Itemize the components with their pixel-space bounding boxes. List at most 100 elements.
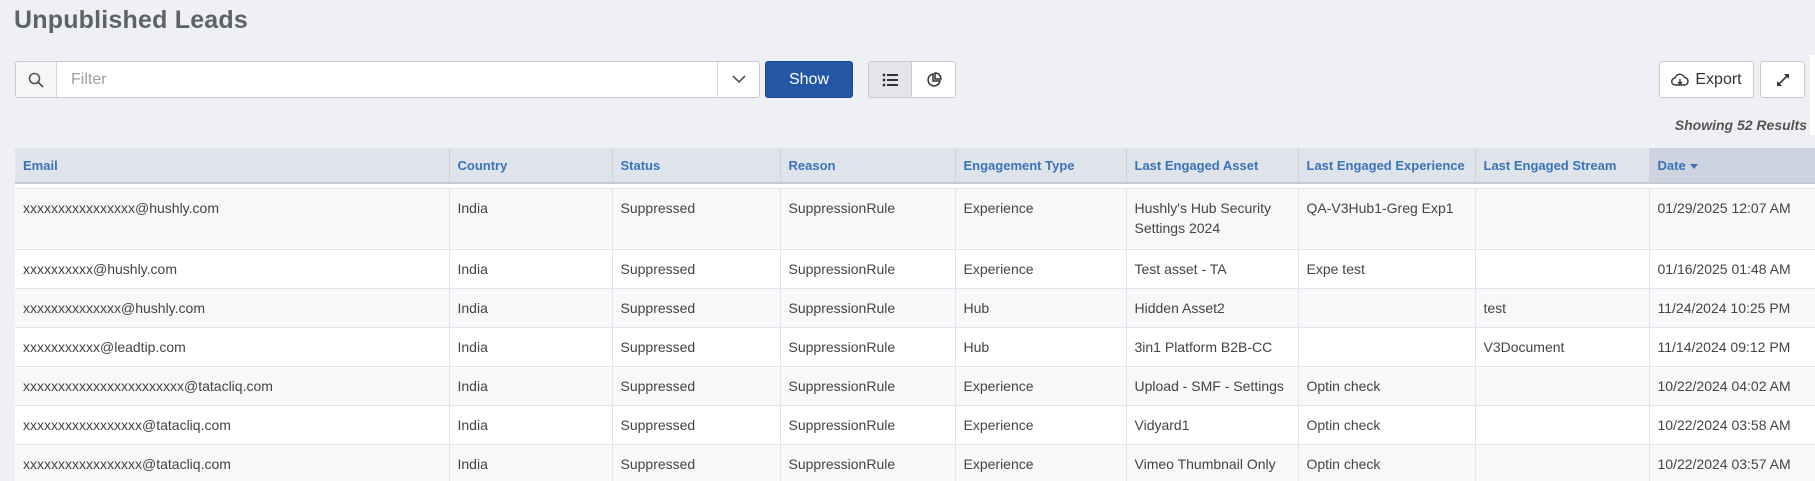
export-label: Export: [1695, 70, 1742, 88]
leads-table: Email Country Status Reason Engagement T…: [15, 148, 1815, 481]
filter-group: [15, 61, 760, 98]
cell-email: xxxxxxxxxxxxxx@hushly.com: [15, 288, 450, 328]
cell-last-engaged-stream: V3Document: [1475, 327, 1650, 367]
cell-reason: SuppressionRule: [780, 327, 956, 367]
table-row[interactable]: xxxxxxxxxxxxxxxx@hushly.com India Suppre…: [15, 188, 1815, 250]
cell-engagement-type: Experience: [955, 405, 1127, 445]
column-header-status[interactable]: Status: [612, 148, 781, 184]
cell-date: 11/24/2024 10:25 PM: [1649, 288, 1815, 328]
column-header-engagement-type[interactable]: Engagement Type: [955, 148, 1127, 184]
show-button[interactable]: Show: [765, 61, 853, 98]
table-header-row: Email Country Status Reason Engagement T…: [15, 148, 1815, 184]
cell-country: India: [449, 327, 613, 367]
cell-reason: SuppressionRule: [780, 288, 956, 328]
cell-last-engaged-experience: Optin check: [1298, 405, 1476, 445]
cell-last-engaged-stream: [1475, 188, 1650, 250]
cell-email: xxxxxxxxxxxxxxxxxxxxxxx@tatacliq.com: [15, 366, 450, 406]
expand-button[interactable]: [1760, 61, 1805, 98]
filter-dropdown-button[interactable]: [717, 62, 759, 97]
leads-table-container[interactable]: Email Country Status Reason Engagement T…: [15, 148, 1815, 481]
cell-last-engaged-stream: [1475, 444, 1650, 481]
column-header-last-engaged-stream[interactable]: Last Engaged Stream: [1475, 148, 1650, 184]
cell-date: 10/22/2024 04:02 AM: [1649, 366, 1815, 406]
cell-email: xxxxxxxxxx@hushly.com: [15, 249, 450, 289]
cell-country: India: [449, 405, 613, 445]
cell-status: Suppressed: [612, 188, 781, 250]
cell-date: 10/22/2024 03:57 AM: [1649, 444, 1815, 481]
cell-country: India: [449, 288, 613, 328]
cell-date: 11/14/2024 09:12 PM: [1649, 327, 1815, 367]
cell-last-engaged-asset: Hidden Asset2: [1126, 288, 1299, 328]
filter-input[interactable]: [57, 62, 717, 97]
cell-last-engaged-experience: QA-V3Hub1-Greg Exp1: [1298, 188, 1476, 250]
cell-last-engaged-asset: Vidyard1: [1126, 405, 1299, 445]
cell-engagement-type: Experience: [955, 444, 1127, 481]
cell-last-engaged-asset: 3in1 Platform B2B-CC: [1126, 327, 1299, 367]
table-row[interactable]: xxxxxxxxxxxxxxxxxxxxxxx@tatacliq.com Ind…: [15, 366, 1815, 406]
cell-last-engaged-experience: [1298, 288, 1476, 328]
table-row[interactable]: xxxxxxxxxx@hushly.com India Suppressed S…: [15, 249, 1815, 289]
sort-desc-icon: [1689, 163, 1698, 169]
cell-last-engaged-stream: test: [1475, 288, 1650, 328]
page-title: Unpublished Leads: [14, 6, 248, 34]
cell-date: 01/16/2025 01:48 AM: [1649, 249, 1815, 289]
cell-last-engaged-asset: Test asset - TA: [1126, 249, 1299, 289]
cell-status: Suppressed: [612, 288, 781, 328]
filter-toolbar: Show: [15, 61, 956, 98]
cell-status: Suppressed: [612, 405, 781, 445]
column-header-last-engaged-asset[interactable]: Last Engaged Asset: [1126, 148, 1299, 184]
list-icon: [882, 73, 898, 86]
cell-engagement-type: Hub: [955, 288, 1127, 328]
column-header-date[interactable]: Date: [1649, 148, 1815, 184]
cell-last-engaged-experience: Expe test: [1298, 249, 1476, 289]
cell-status: Suppressed: [612, 366, 781, 406]
cell-reason: SuppressionRule: [780, 249, 956, 289]
cell-reason: SuppressionRule: [780, 366, 956, 406]
column-header-reason[interactable]: Reason: [780, 148, 956, 184]
right-toolbar: Export: [1659, 61, 1805, 98]
cell-engagement-type: Hub: [955, 327, 1127, 367]
cell-last-engaged-experience: Optin check: [1298, 444, 1476, 481]
list-view-button[interactable]: [869, 62, 912, 97]
cell-reason: SuppressionRule: [780, 405, 956, 445]
cell-email: xxxxxxxxxxxxxxxxx@tatacliq.com: [15, 405, 450, 445]
expand-icon: [1776, 73, 1789, 86]
cell-last-engaged-stream: [1475, 249, 1650, 289]
table-row[interactable]: xxxxxxxxxxxxxxxxx@tatacliq.com India Sup…: [15, 405, 1815, 445]
column-header-last-engaged-experience[interactable]: Last Engaged Experience: [1298, 148, 1476, 184]
cell-email: xxxxxxxxxxx@leadtip.com: [15, 327, 450, 367]
cell-email: xxxxxxxxxxxxxxxxx@tatacliq.com: [15, 444, 450, 481]
cell-last-engaged-experience: [1298, 327, 1476, 367]
cell-reason: SuppressionRule: [780, 444, 956, 481]
cell-engagement-type: Experience: [955, 188, 1127, 250]
cell-last-engaged-asset: Upload - SMF - Settings: [1126, 366, 1299, 406]
cell-last-engaged-stream: [1475, 405, 1650, 445]
export-button[interactable]: Export: [1659, 61, 1754, 98]
cell-country: India: [449, 249, 613, 289]
cell-status: Suppressed: [612, 444, 781, 481]
cell-date: 01/29/2025 12:07 AM: [1649, 188, 1815, 250]
cell-engagement-type: Experience: [955, 249, 1127, 289]
column-header-date-label: Date: [1657, 157, 1686, 173]
cell-status: Suppressed: [612, 327, 781, 367]
chevron-down-icon: [731, 75, 746, 84]
column-header-email[interactable]: Email: [15, 148, 450, 184]
cell-reason: SuppressionRule: [780, 188, 956, 250]
cell-country: India: [449, 366, 613, 406]
cell-country: India: [449, 188, 613, 250]
table-row[interactable]: xxxxxxxxxxxxxxxxx@tatacliq.com India Sup…: [15, 444, 1815, 481]
pie-chart-icon: [926, 71, 942, 87]
cloud-download-icon: [1671, 73, 1690, 86]
cell-country: India: [449, 444, 613, 481]
cell-date: 10/22/2024 03:58 AM: [1649, 405, 1815, 445]
cell-last-engaged-asset: Hushly's Hub Security Settings 2024: [1126, 188, 1299, 250]
cell-engagement-type: Experience: [955, 366, 1127, 406]
search-icon[interactable]: [16, 62, 57, 97]
table-row[interactable]: xxxxxxxxxxxxxx@hushly.com India Suppress…: [15, 288, 1815, 328]
chart-view-button[interactable]: [912, 62, 955, 97]
view-toggle-group: [868, 61, 956, 98]
column-header-country[interactable]: Country: [449, 148, 613, 184]
table-row[interactable]: xxxxxxxxxxx@leadtip.com India Suppressed…: [15, 327, 1815, 367]
cell-last-engaged-experience: Optin check: [1298, 366, 1476, 406]
results-count: Showing 52 Results: [1674, 117, 1807, 133]
